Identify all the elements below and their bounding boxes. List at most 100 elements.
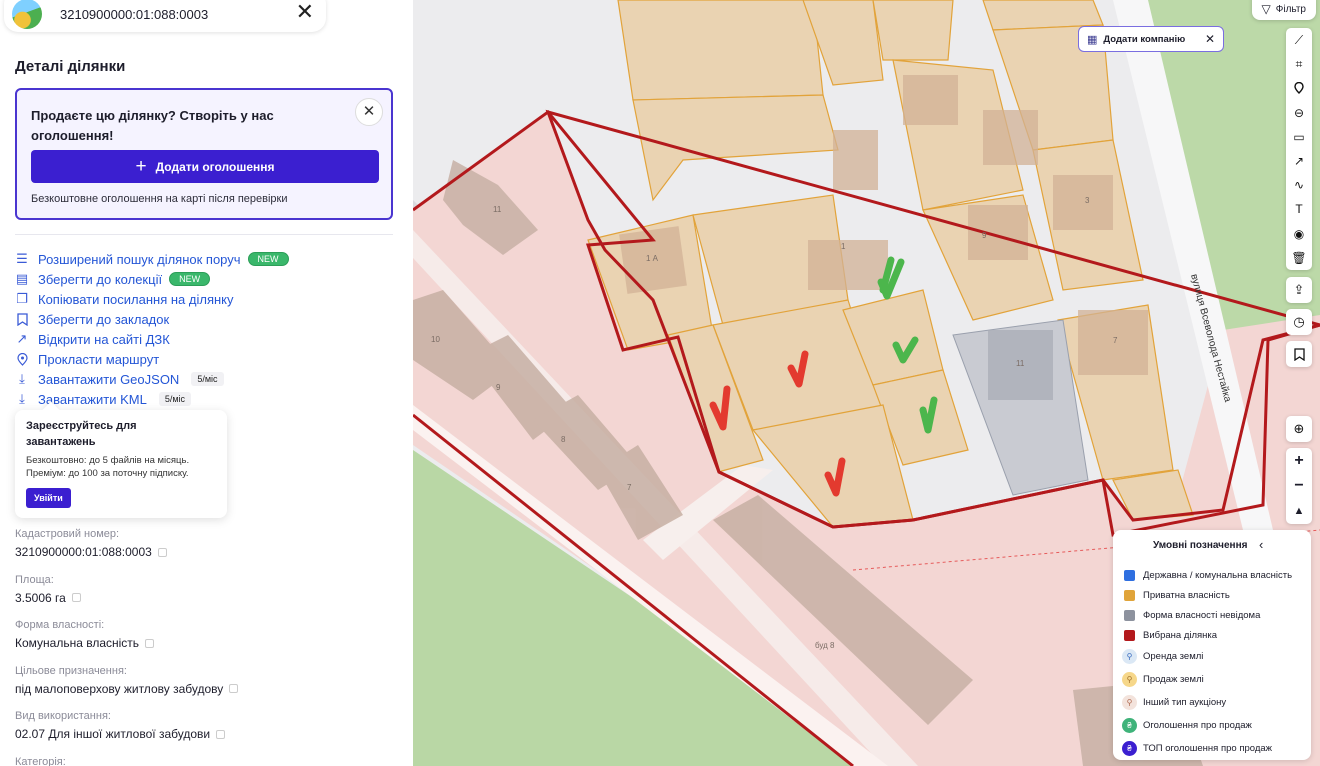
parcel-label: 9: [982, 231, 987, 240]
search-bar[interactable]: 3210900000:01:088:0003 ✕: [4, 0, 326, 32]
add-listing-button[interactable]: + Додати оголошення: [31, 150, 379, 183]
circle-icon[interactable]: ⊖: [1286, 101, 1312, 125]
parcel-label: 11: [493, 205, 502, 214]
action-download-geojson[interactable]: ⤓ Завантажити GeoJSON 5/міс: [15, 369, 289, 389]
bookmark-map-button[interactable]: [1286, 341, 1312, 367]
copy-icon[interactable]: [229, 684, 239, 693]
zoom-out-button[interactable]: −: [1286, 473, 1312, 498]
lease-icon: ⚲: [1122, 649, 1137, 664]
property-label: Кадастровий номер:: [15, 528, 120, 540]
tooltip-line: Безкоштовно: до 5 файлів на місяць.: [26, 455, 190, 466]
property-value: 3210900000:01:088:0003: [15, 545, 152, 559]
parcel-label: 3: [1085, 196, 1090, 205]
limit-badge: 5/міс: [158, 392, 192, 406]
promo-close-button[interactable]: ✕: [355, 98, 383, 126]
chevron-left-icon[interactable]: ‹: [1259, 537, 1263, 552]
legend-item: Вибрана ділянка: [1124, 625, 1292, 645]
add-company-chip[interactable]: ▦ Додати компанію ✕: [1078, 26, 1224, 52]
legend-item: ⚲ Продаж землі: [1122, 668, 1292, 691]
action-copy-link[interactable]: ❐ Копіювати посилання на ділянку: [15, 289, 289, 309]
promo-card: Продаєте цю ділянку? Створіть у нас огол…: [15, 88, 393, 220]
parcel-label: 9: [496, 383, 501, 392]
legend-label: Оголошення про продаж: [1143, 720, 1252, 731]
action-route[interactable]: Прокласти маршрут: [15, 349, 289, 369]
add-listing-label: Додати оголошення: [155, 159, 275, 174]
share-icon: ⇪: [1293, 282, 1305, 297]
legend-label: Оренда землі: [1143, 651, 1204, 662]
action-nearby-search[interactable]: ☰ Розширений пошук ділянок поруч NEW: [15, 249, 289, 269]
register-tooltip: Зареєструйтесь для завантажень Безкоштов…: [15, 410, 227, 518]
promo-title: Продаєте цю ділянку? Створіть у нас огол…: [31, 108, 274, 143]
plus-icon: +: [135, 155, 147, 177]
copy-icon[interactable]: [71, 593, 81, 602]
close-icon[interactable]: ✕: [1205, 32, 1215, 46]
login-button[interactable]: Увійти: [26, 488, 71, 508]
auction-icon: ⚲: [1122, 695, 1137, 710]
property-value: 3.5006 га: [15, 590, 66, 605]
property-purpose: Цільове призначення: під малоповерхову ж…: [15, 664, 239, 711]
hryvnia-icon: ₴: [1122, 741, 1137, 756]
legend-item: Державна / комунальна власність: [1124, 565, 1292, 585]
action-bookmark[interactable]: Зберегти до закладок: [15, 309, 289, 329]
zoom-in-button[interactable]: +: [1286, 448, 1312, 473]
filter-button[interactable]: ▽ Фільтр: [1251, 0, 1316, 20]
panel-title: Деталі ділянки: [15, 58, 126, 75]
action-label: Прокласти маршрут: [38, 351, 160, 367]
locate-button[interactable]: ⊕: [1286, 416, 1312, 442]
compass-button[interactable]: ▲: [1286, 498, 1312, 523]
search-input[interactable]: 3210900000:01:088:0003: [60, 7, 208, 22]
property-value: під малоповерхову житлову забудову: [15, 681, 224, 696]
copy-icon[interactable]: [157, 547, 167, 557]
property-category: Категорія:: [15, 756, 238, 766]
sliders-icon: ☰: [16, 251, 28, 266]
external-link-icon: ↗: [16, 331, 28, 346]
action-label: Зберегти до колекції: [38, 271, 163, 287]
new-badge: NEW: [247, 252, 289, 266]
action-label: Завантажити GeoJSON: [38, 371, 180, 387]
details-panel: 3210900000:01:088:0003 ✕ Деталі ділянки …: [0, 0, 413, 766]
trash-icon[interactable]: 🗑: [1286, 246, 1312, 270]
pin-icon[interactable]: ◉: [1286, 222, 1312, 246]
action-label: Відкрити на сайті ДЗК: [38, 331, 170, 347]
legend-label: Державна / комунальна власність: [1143, 569, 1293, 581]
property-label: Цільове призначення:: [15, 664, 127, 677]
arrow-icon[interactable]: ↗: [1286, 149, 1312, 173]
share-button[interactable]: ⇪: [1286, 277, 1312, 303]
property-label: Площа:: [15, 573, 54, 586]
history-button[interactable]: ◷: [1286, 309, 1312, 335]
new-badge: NEW: [169, 272, 211, 286]
collection-icon: ▤: [15, 271, 29, 286]
action-label: Розширений пошук ділянок поруч: [38, 251, 241, 267]
promo-note: Безкоштовне оголошення на карті після пе…: [31, 193, 288, 205]
app-logo: [12, 0, 42, 29]
copy-icon[interactable]: [216, 729, 226, 739]
property-list: Кадастровий номер: 3210900000:01:088:000…: [15, 528, 239, 766]
action-list: ☰ Розширений пошук ділянок поруч NEW ▤ З…: [15, 249, 289, 409]
legend-item: ₴ Оголошення про продаж: [1122, 714, 1292, 737]
parcel-label: 7: [1113, 336, 1118, 345]
cadastral-map[interactable]: 11 10 9 8 7 1 А 1 9 3 7 11 буд 8 вулиця …: [413, 0, 1320, 766]
add-company-label: Додати компанію: [1103, 33, 1186, 45]
drawing-toolbar: ⟋ ⌗ ⊖ ▭ ↗ ∿ T ◉ 🗑: [1286, 28, 1312, 270]
copy-icon[interactable]: [145, 638, 155, 648]
tooltip-title: Зареєструйтесь для завантажень: [26, 420, 137, 448]
parcel-label: 1 А: [646, 254, 659, 263]
hryvnia-icon: ₴: [1122, 718, 1137, 733]
legend-item: ⚲ Оренда землі: [1122, 645, 1292, 668]
property-value: 02.07 Для іншої житлової забудови: [15, 727, 211, 741]
bookmark-icon: [15, 312, 29, 326]
swatch: [1124, 609, 1135, 621]
action-save-collection[interactable]: ▤ Зберегти до колекції NEW: [15, 269, 289, 289]
polygon-icon[interactable]: ⌗: [1286, 52, 1312, 76]
line-icon[interactable]: ⟋: [1286, 28, 1312, 52]
rectangle-icon[interactable]: ▭: [1286, 125, 1312, 149]
clock-icon: ◷: [1293, 314, 1305, 329]
freehand-icon[interactable]: ∿: [1286, 173, 1312, 197]
legend-label: Приватна власність: [1143, 589, 1230, 601]
legend-item: Форма власності невідома: [1124, 605, 1292, 625]
marker-icon[interactable]: [1286, 76, 1312, 100]
text-icon[interactable]: T: [1286, 197, 1312, 221]
action-open-dzk[interactable]: ↗ Відкрити на сайті ДЗК: [15, 329, 289, 349]
close-icon[interactable]: ✕: [296, 1, 314, 23]
property-cadastral: Кадастровий номер: 3210900000:01:088:000…: [15, 528, 238, 574]
